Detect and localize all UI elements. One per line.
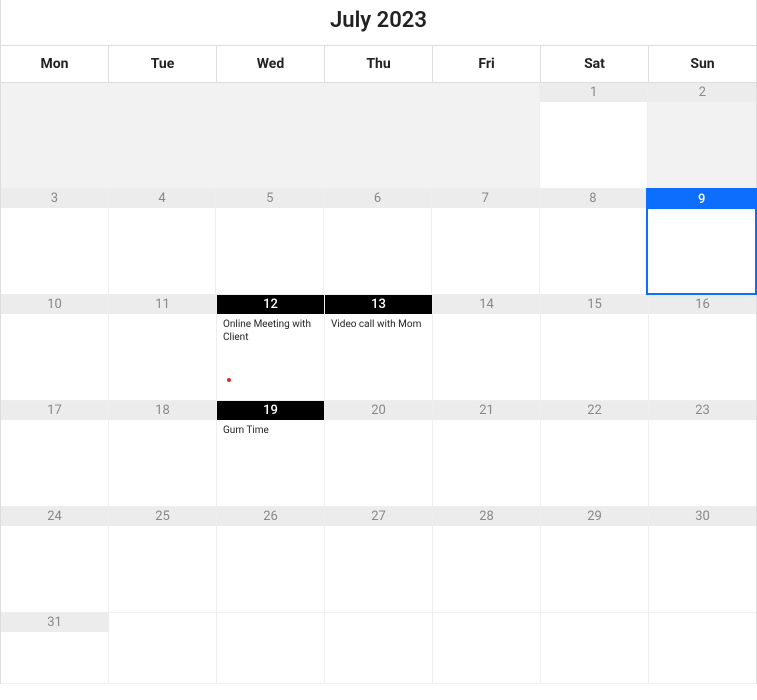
weekday-sun: Sun — [649, 46, 756, 82]
day-cell-29[interactable]: 29 — [541, 507, 649, 612]
day-number: 2 — [648, 83, 756, 102]
calendar-title: July 2023 — [1, 0, 756, 45]
day-number: 7 — [432, 189, 539, 208]
day-number: 21 — [433, 401, 540, 420]
week-row: 17 18 19 Gum Time 20 21 22 23 — [1, 401, 756, 507]
weekday-fri: Fri — [433, 46, 541, 82]
day-number: 3 — [1, 189, 108, 208]
day-number: 30 — [649, 507, 756, 526]
day-cell-15[interactable]: 15 — [541, 295, 649, 400]
event-label[interactable]: Online Meeting with Client — [217, 314, 324, 344]
day-cell-12[interactable]: 12 Online Meeting with Client — [217, 295, 325, 400]
day-number: 20 — [325, 401, 432, 420]
day-cell-4[interactable]: 4 — [109, 189, 217, 294]
week-row: 24 25 26 27 28 29 30 — [1, 507, 756, 613]
day-cell-3[interactable]: 3 — [1, 189, 109, 294]
calendar: July 2023 Mon Tue Wed Thu Fri Sat Sun 1 … — [0, 0, 757, 684]
week-row: 1 2 — [1, 83, 756, 189]
day-number: 14 — [433, 295, 540, 314]
filler-next-month — [433, 613, 541, 683]
day-cell-23[interactable]: 23 — [649, 401, 756, 506]
day-number: 23 — [649, 401, 756, 420]
event-label[interactable]: Gum Time — [217, 420, 324, 437]
day-number: 16 — [649, 295, 756, 314]
event-label[interactable]: Video call with Mom — [325, 314, 432, 331]
day-number: 15 — [541, 295, 648, 314]
day-cell-7[interactable]: 7 — [432, 189, 540, 294]
day-number: 19 — [217, 401, 324, 420]
week-row: 10 11 12 Online Meeting with Client 13 V… — [1, 295, 756, 401]
day-number: 10 — [1, 295, 108, 314]
day-cell-9-selected[interactable]: 9 — [646, 188, 757, 295]
day-number: 12 — [217, 295, 324, 314]
weekday-header: Mon Tue Wed Thu Fri Sat Sun — [1, 45, 756, 83]
day-cell-30[interactable]: 30 — [649, 507, 756, 612]
day-cell-20[interactable]: 20 — [325, 401, 433, 506]
day-cell-21[interactable]: 21 — [433, 401, 541, 506]
day-cell-6[interactable]: 6 — [324, 189, 432, 294]
day-cell-25[interactable]: 25 — [109, 507, 217, 612]
day-number: 5 — [216, 189, 323, 208]
day-number: 26 — [217, 507, 324, 526]
day-cell-18[interactable]: 18 — [109, 401, 217, 506]
day-number: 18 — [109, 401, 216, 420]
filler-next-month — [541, 613, 649, 683]
weekday-mon: Mon — [1, 46, 109, 82]
day-number: 17 — [1, 401, 108, 420]
filler-next-month — [325, 613, 433, 683]
day-cell-28[interactable]: 28 — [433, 507, 541, 612]
day-number: 28 — [433, 507, 540, 526]
weekday-tue: Tue — [109, 46, 217, 82]
day-cell-27[interactable]: 27 — [325, 507, 433, 612]
day-number: 29 — [541, 507, 648, 526]
day-cell-31[interactable]: 31 — [1, 613, 109, 683]
filler-next-month — [109, 613, 217, 683]
day-number: 25 — [109, 507, 216, 526]
day-cell-26[interactable]: 26 — [217, 507, 325, 612]
day-number: 11 — [109, 295, 216, 314]
day-cell-10[interactable]: 10 — [1, 295, 109, 400]
day-cell-8[interactable]: 8 — [540, 189, 648, 294]
day-cell-14[interactable]: 14 — [433, 295, 541, 400]
filler-prev-month — [1, 83, 540, 188]
day-cell-17[interactable]: 17 — [1, 401, 109, 506]
day-cell-11[interactable]: 11 — [109, 295, 217, 400]
day-number: 24 — [1, 507, 108, 526]
day-number: 8 — [540, 189, 647, 208]
filler-next-month — [649, 613, 756, 683]
event-dot-icon — [227, 378, 231, 382]
weekday-wed: Wed — [217, 46, 325, 82]
weekday-thu: Thu — [325, 46, 433, 82]
day-cell-1[interactable]: 1 — [540, 83, 649, 188]
day-cell-2[interactable]: 2 — [648, 83, 756, 188]
day-cell-5[interactable]: 5 — [216, 189, 324, 294]
filler-next-month — [217, 613, 325, 683]
day-cell-24[interactable]: 24 — [1, 507, 109, 612]
week-row: 3 4 5 6 7 8 9 — [1, 189, 756, 295]
day-cell-13[interactable]: 13 Video call with Mom — [325, 295, 433, 400]
day-number: 27 — [325, 507, 432, 526]
weekday-sat: Sat — [541, 46, 649, 82]
day-number: 22 — [541, 401, 648, 420]
week-row: 31 — [1, 613, 756, 684]
day-number: 31 — [1, 613, 108, 632]
day-number: 6 — [324, 189, 431, 208]
day-number: 4 — [109, 189, 216, 208]
day-cell-19[interactable]: 19 Gum Time — [217, 401, 325, 506]
day-number: 1 — [540, 83, 648, 102]
day-cell-22[interactable]: 22 — [541, 401, 649, 506]
day-number: 13 — [325, 295, 432, 314]
day-cell-16[interactable]: 16 — [649, 295, 756, 400]
day-number: 9 — [648, 190, 755, 209]
